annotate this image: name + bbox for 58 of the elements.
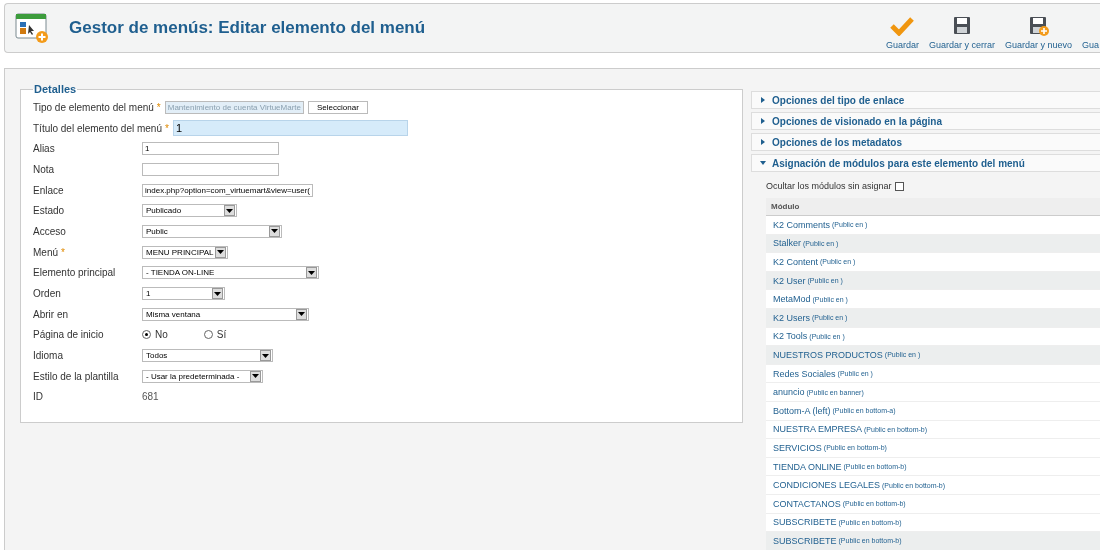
floppy-disk-plus-icon	[1027, 16, 1050, 36]
text-field[interactable]	[142, 162, 279, 176]
field-label: Estado	[33, 205, 65, 217]
field-label: Alias	[33, 143, 55, 155]
field-label: Nota	[33, 163, 55, 175]
field-label: Página de inicio	[33, 329, 104, 341]
caret-icon	[252, 374, 259, 379]
field-label: Orden	[33, 288, 61, 300]
caret-icon	[262, 353, 269, 358]
field-label: Abrir en	[33, 308, 68, 320]
text-field[interactable]: index.php?option=com_virtuemart&view=user(	[142, 183, 313, 197]
page-title: Gestor de menús: Editar elemento del menú	[69, 18, 427, 38]
dropdown[interactable]: 1	[142, 287, 225, 301]
accordion-header[interactable]: Opciones de visionado en la página	[751, 112, 1100, 130]
column-header: Módulo	[766, 198, 1100, 216]
field-label: Acceso	[33, 225, 66, 237]
checkbox-label: Ocultar los módulos sin asignar	[766, 181, 892, 191]
id-value: 681	[142, 391, 159, 403]
dropdown[interactable]: MENU PRINCIPAL	[142, 245, 228, 259]
toolbar-button[interactable]: Guardar y cerrar	[928, 16, 995, 52]
required-mark: *	[164, 122, 169, 134]
caret-icon	[214, 291, 221, 296]
title-field[interactable]: 1	[172, 120, 408, 137]
dropdown[interactable]: Todos	[142, 349, 273, 363]
accordion-header[interactable]: Opciones del tipo de enlace	[751, 91, 1100, 109]
field-label: Estilo de la plantilla	[33, 370, 119, 382]
caret-icon	[308, 270, 315, 275]
dropdown[interactable]: Publicado	[142, 204, 237, 218]
caret-icon	[271, 229, 278, 234]
checkbox[interactable]	[894, 181, 904, 191]
caret-icon	[226, 208, 233, 213]
toolbar-button[interactable]: Gua	[1082, 16, 1099, 52]
toolbar-button[interactable]: Guardar	[885, 16, 919, 52]
caret-icon	[298, 312, 305, 317]
toolbar-button[interactable]: Guardar y nuevo	[1004, 16, 1072, 52]
dropdown[interactable]: Public	[142, 224, 282, 238]
checkmark-icon	[890, 16, 915, 36]
radio-option[interactable]: No	[142, 329, 168, 341]
field-label: Idioma	[33, 350, 63, 362]
required-mark: *	[61, 246, 65, 258]
accordion-header[interactable]: Opciones de los metadatos	[751, 133, 1100, 151]
dropdown[interactable]: - TIENDA ON-LINE	[142, 266, 319, 280]
field-label: Elemento principal	[33, 267, 116, 279]
text-field[interactable]: 1	[142, 142, 279, 156]
dropdown[interactable]: - Usar la predeterminada -	[142, 369, 263, 383]
field-label: ID	[33, 391, 43, 403]
fieldset-legend: Detalles	[33, 83, 78, 95]
caret-icon	[217, 250, 224, 255]
select-button[interactable]: Seleccionar	[308, 100, 368, 114]
field-label: Título del elemento del menú	[33, 122, 162, 134]
radio-option[interactable]: Sí	[203, 329, 227, 341]
dropdown[interactable]: Misma ventana	[142, 307, 309, 321]
field-label: Tipo de elemento del menú	[33, 101, 154, 113]
field-label: Menú	[33, 246, 58, 258]
accordion-header[interactable]: Asignación de módulos para este elemento del menú	[751, 154, 1100, 172]
field-label: Enlace	[33, 184, 64, 196]
menu-manager-icon	[15, 13, 49, 43]
required-mark: *	[156, 101, 161, 113]
